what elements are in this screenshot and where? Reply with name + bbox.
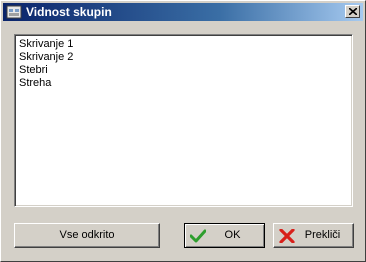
close-icon: [349, 8, 357, 15]
ok-button[interactable]: OK: [184, 223, 265, 248]
show-all-label: Vse odkrito: [59, 229, 115, 241]
list-item[interactable]: Skrivanje 1: [19, 38, 352, 51]
cancel-label: Prekliči: [304, 229, 341, 241]
group-visibility-list[interactable]: Skrivanje 1 Skrivanje 2 Stebri Streha: [14, 34, 353, 207]
cancel-button[interactable]: Prekliči: [273, 223, 354, 248]
list-item[interactable]: Streha: [19, 77, 352, 90]
dialog-window: Vidnost skupin Skrivanje 1 Skrivanje 2 S…: [0, 0, 366, 262]
list-item[interactable]: Stebri: [19, 64, 352, 77]
close-button[interactable]: [345, 5, 360, 18]
show-all-button[interactable]: Vse odkrito: [14, 223, 160, 248]
list-item[interactable]: Skrivanje 2: [19, 51, 352, 64]
window-title: Vidnost skupin: [26, 5, 112, 19]
title-bar[interactable]: Vidnost skupin: [3, 3, 363, 21]
dialog-app-icon: [6, 4, 22, 20]
ok-label: OK: [224, 229, 241, 241]
